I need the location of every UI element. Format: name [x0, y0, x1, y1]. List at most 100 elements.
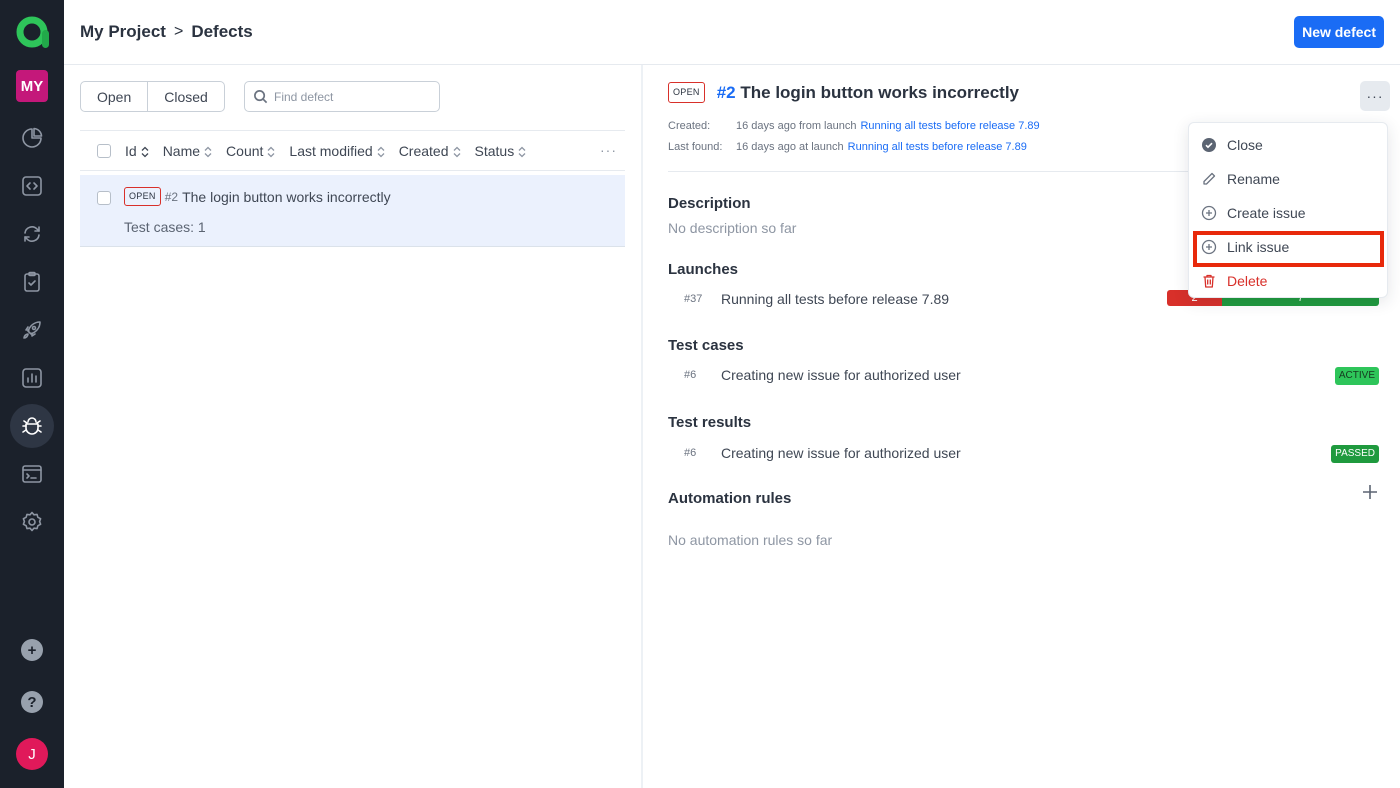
test-case-item[interactable]: #6 Creating new issue for authorized use… [668, 367, 1384, 385]
column-name[interactable]: Name [163, 143, 212, 159]
plus-circle-icon [1201, 205, 1217, 221]
nav-code[interactable] [10, 164, 54, 208]
test-result-id: #6 [684, 447, 697, 459]
created-launch-link[interactable]: Running all tests before release 7.89 [860, 120, 1039, 132]
menu-item-label: Close [1227, 137, 1263, 153]
new-defect-button[interactable]: New defect [1294, 16, 1384, 48]
gear-icon [22, 511, 42, 532]
nav-terminal[interactable] [10, 452, 54, 496]
sort-icon [141, 145, 149, 157]
plus-icon: + [27, 641, 37, 659]
column-settings-button[interactable]: ··· [600, 142, 617, 158]
table-row[interactable]: OPEN #2 The login button works incorrect… [80, 175, 625, 247]
more-actions-button[interactable]: ··· [1360, 81, 1390, 111]
pencil-icon [1203, 172, 1216, 185]
breadcrumb-project[interactable]: My Project [80, 22, 166, 42]
app-logo[interactable] [14, 14, 50, 50]
sort-icon [267, 145, 275, 157]
table-header: Id Name Count Last modified Created Stat… [80, 130, 625, 171]
filter-open[interactable]: Open [81, 82, 147, 111]
column-count[interactable]: Count [226, 143, 275, 159]
last-found-text: 16 days ago at launch [736, 141, 844, 153]
column-label: Status [474, 142, 515, 159]
column-id[interactable]: Id [125, 143, 149, 159]
project-badge[interactable]: MY [16, 70, 48, 102]
created-meta: Created: 16 days ago from launch Running… [668, 120, 1040, 132]
test-case-id: #6 [684, 369, 697, 381]
sort-icon [518, 145, 526, 157]
column-label: Last modified [289, 142, 373, 159]
test-results-title: Test results [668, 414, 752, 431]
column-label: Name [162, 142, 201, 159]
column-last-modified[interactable]: Last modified [289, 142, 385, 159]
add-button[interactable]: + [21, 639, 43, 661]
test-result-status-badge: PASSED [1331, 445, 1379, 463]
test-cases-title: Test cases [668, 337, 744, 354]
test-case-status-badge: ACTIVE [1334, 367, 1379, 385]
created-text: 16 days ago from launch [736, 120, 857, 132]
automation-rules-empty: No automation rules so far [668, 532, 833, 548]
terminal-icon [22, 465, 42, 483]
clipboard-check-icon [24, 271, 40, 292]
sidebar: MY + ? J [0, 0, 64, 788]
sort-icon [453, 145, 461, 157]
column-status[interactable]: Status [475, 143, 527, 159]
search-field[interactable] [244, 81, 440, 112]
nav-settings[interactable] [10, 500, 54, 544]
bar-chart-icon [22, 368, 42, 388]
row-checkbox[interactable] [97, 191, 111, 205]
status-badge: OPEN [124, 187, 161, 206]
defect-test-cases-count: Test cases: 1 [124, 219, 206, 235]
plus-icon [1363, 485, 1377, 499]
pane-resizer[interactable] [641, 65, 643, 788]
description-empty[interactable]: No description so far [668, 220, 796, 236]
rocket-icon [23, 321, 41, 339]
search-input[interactable] [274, 89, 424, 104]
plus-circle-icon [1201, 239, 1217, 255]
test-result-item[interactable]: #6 Creating new issue for authorized use… [668, 445, 1384, 463]
select-all-checkbox[interactable] [97, 143, 111, 158]
add-automation-rule-button[interactable] [1361, 483, 1379, 501]
sort-icon [204, 145, 212, 157]
nav-launches[interactable] [10, 308, 54, 352]
last-found-launch-link[interactable]: Running all tests before release 7.89 [848, 141, 1027, 153]
status-filter: Open Closed [80, 81, 225, 112]
last-found-meta: Last found: 16 days ago at launch Runnin… [668, 141, 1027, 153]
menu-item-create-issue[interactable]: Create issue [1189, 196, 1387, 230]
breadcrumb-current: Defects [191, 22, 253, 41]
launch-name: Running all tests before release 7.89 [721, 291, 950, 307]
nav-test-cases[interactable] [10, 260, 54, 304]
user-avatar[interactable]: J [16, 738, 48, 770]
nav-defects[interactable] [10, 404, 54, 448]
description-title: Description [668, 195, 751, 212]
breadcrumb: My Project > Defects [80, 22, 253, 42]
nav-analytics[interactable] [10, 356, 54, 400]
nav-jobs[interactable] [10, 212, 54, 256]
launches-title: Launches [668, 261, 739, 278]
automation-rules-title: Automation rules [668, 490, 792, 507]
help-button[interactable]: ? [21, 691, 43, 713]
detail-id: #2 [716, 82, 736, 102]
actions-menu: Close Rename Create issue Link issue Del… [1188, 122, 1388, 298]
menu-item-rename[interactable]: Rename [1189, 162, 1387, 196]
menu-item-delete[interactable]: Delete [1189, 264, 1387, 298]
help-icon: ? [27, 693, 37, 711]
column-label: Id [125, 142, 137, 159]
nav-dashboards[interactable] [10, 116, 54, 160]
code-icon [22, 176, 42, 196]
column-created[interactable]: Created [399, 143, 461, 159]
menu-item-close[interactable]: Close [1189, 128, 1387, 162]
filter-closed[interactable]: Closed [147, 82, 224, 111]
detail-title-text[interactable]: The login button works incorrectly [740, 83, 1019, 102]
menu-item-link-issue[interactable]: Link issue [1189, 230, 1387, 267]
defect-name: The login button works incorrectly [182, 188, 391, 205]
sort-icon [377, 145, 385, 157]
column-label: Created [398, 142, 449, 159]
detail-status-badge: OPEN [668, 82, 705, 103]
test-case-name: Creating new issue for authorized user [721, 367, 961, 383]
search-icon [254, 90, 268, 104]
defect-list-pane: Open Closed Id Name Count Last modified … [64, 65, 641, 788]
page-header: My Project > Defects New defect [64, 0, 1400, 65]
pie-chart-icon [22, 127, 43, 148]
check-circle-icon [1202, 138, 1216, 152]
